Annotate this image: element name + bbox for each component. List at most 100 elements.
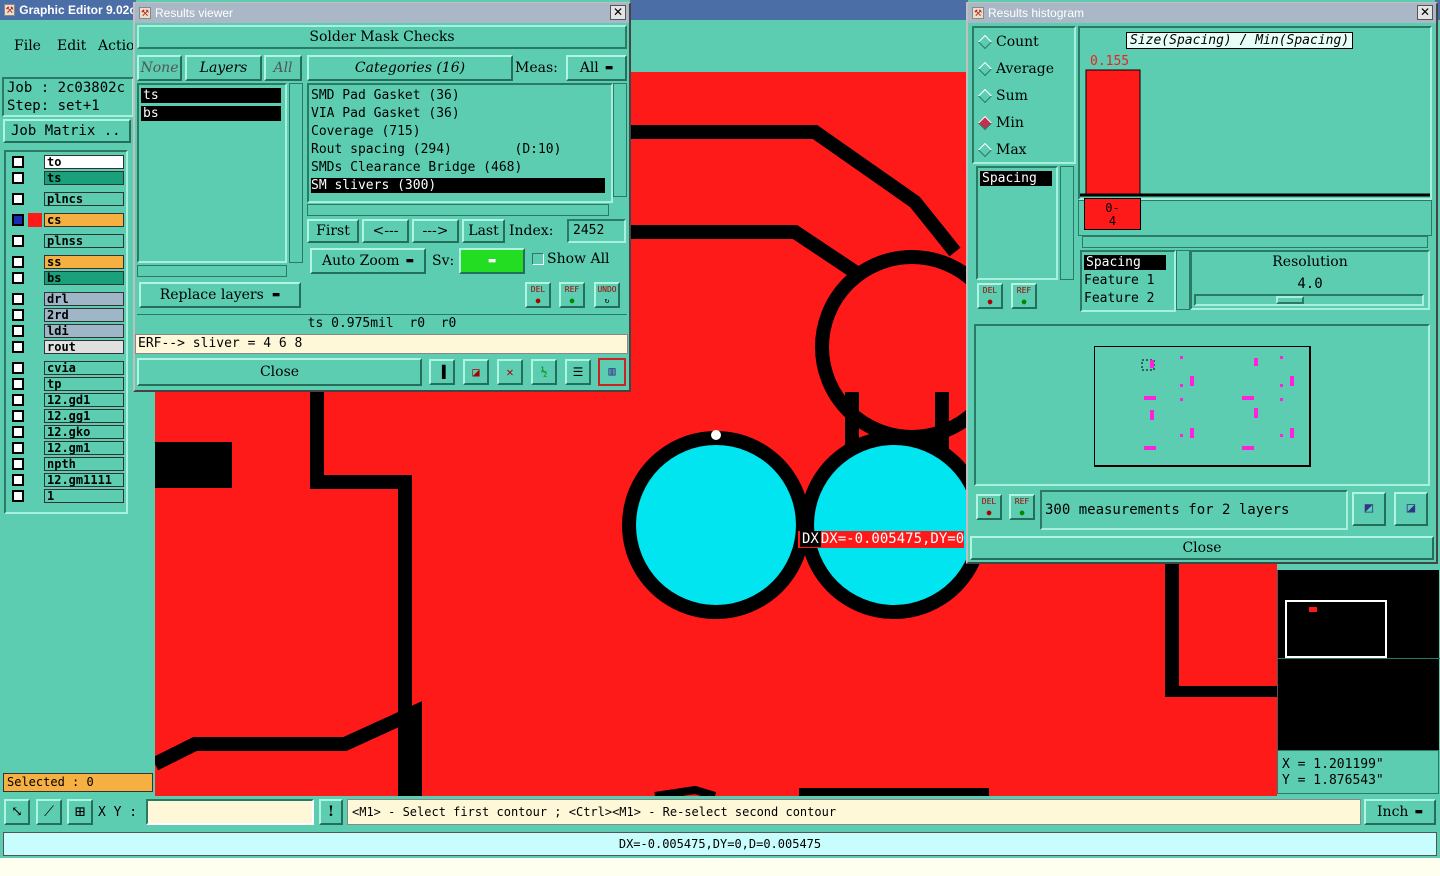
select-icon[interactable]: ◪ (463, 359, 489, 385)
list-item[interactable]: Feature 1 (1084, 273, 1154, 288)
prev-button[interactable]: <--- (362, 219, 409, 243)
layer-checkbox[interactable] (12, 458, 24, 470)
layer-row[interactable]: rout (8, 340, 124, 354)
layer-checkbox[interactable] (12, 193, 24, 205)
list-item[interactable]: VIA Pad Gasket (36) (311, 106, 460, 121)
list-item[interactable]: Rout spacing (294) (D:10) (311, 142, 561, 157)
layer-row[interactable]: ss (8, 255, 124, 269)
layer-row[interactable]: cvia (8, 361, 124, 375)
attribute-list-scrollbar[interactable] (1176, 250, 1190, 310)
layer-row[interactable]: tp (8, 377, 124, 391)
layer-checkbox[interactable] (12, 474, 24, 486)
layer-row[interactable]: 12.gm1 (8, 441, 124, 455)
layer-row[interactable]: ldi (8, 324, 124, 338)
list-item[interactable]: SMDs Clearance Bridge (468) (311, 160, 522, 175)
radio-min[interactable]: Min (977, 115, 1024, 131)
close-icon[interactable]: ✕ (1417, 5, 1433, 20)
layer-checkbox[interactable] (12, 394, 24, 406)
all-button[interactable]: All (264, 55, 302, 81)
pan-to-selection-icon[interactable]: ◪ (1394, 492, 1428, 526)
next-button[interactable]: ---> (412, 219, 459, 243)
menu-actions[interactable]: Actio (98, 38, 134, 54)
highlight-icon[interactable]: ▐ (429, 359, 455, 385)
list-item[interactable]: Spacing (980, 171, 1052, 186)
replace-layers-select[interactable]: Replace layers ▬ (139, 282, 301, 308)
report-icon[interactable]: ☰ (565, 359, 591, 385)
list-item[interactable]: Feature 2 (1084, 291, 1154, 306)
radio-max[interactable]: Max (977, 142, 1027, 158)
del-button[interactable]: DEL ● (976, 494, 1002, 520)
layer-checkbox[interactable] (12, 442, 24, 454)
numbering-icon[interactable]: ½ (531, 359, 557, 385)
slider-handle[interactable] (1276, 296, 1304, 304)
layer-row[interactable]: plnss (8, 234, 124, 248)
layer-row[interactable]: 12.gm1111 (8, 473, 124, 487)
histogram-close-button[interactable]: Close (970, 536, 1434, 560)
layer-row[interactable]: cs (8, 213, 124, 227)
radio-indicator[interactable] (977, 142, 993, 158)
layer-row[interactable]: 12.gko (8, 425, 124, 439)
index-input[interactable]: 2452 (567, 219, 626, 243)
layers-button[interactable]: Layers (185, 55, 262, 81)
undo-button[interactable]: UNDO ↻ (594, 282, 620, 308)
close-icon[interactable]: ✕ (610, 5, 626, 20)
measure-tool-icon[interactable]: ⟋ (36, 799, 62, 825)
list-item[interactable]: SMD Pad Gasket (36) (311, 88, 460, 103)
list-item[interactable]: bs (141, 106, 281, 121)
close-button[interactable]: Close (137, 358, 422, 386)
show-all-checkbox[interactable] (532, 253, 544, 265)
menu-file[interactable]: File (14, 38, 41, 54)
layer-checkbox[interactable] (12, 272, 24, 284)
layer-list-scrollbar[interactable] (289, 83, 303, 263)
del-button[interactable]: DEL ● (977, 283, 1003, 309)
last-button[interactable]: Last (462, 219, 505, 243)
radio-sum[interactable]: Sum (977, 88, 1028, 104)
layer-row[interactable]: plncs (8, 192, 124, 206)
layer-checkbox[interactable] (12, 235, 24, 247)
radio-indicator[interactable] (977, 34, 993, 50)
results-viewer-titlebar[interactable]: ⚒ Results viewer ✕ (135, 3, 629, 23)
layer-row[interactable]: bs (8, 271, 124, 285)
radio-indicator[interactable] (977, 115, 993, 131)
categories-scrollbar[interactable] (613, 83, 627, 197)
radio-indicator[interactable] (977, 88, 993, 104)
layer-row[interactable]: 2rd (8, 308, 124, 322)
grid-icon[interactable]: ⊞ (67, 799, 93, 825)
zoom-to-selection-icon[interactable]: ◩ (1352, 492, 1386, 526)
list-item[interactable]: Coverage (715) (311, 124, 421, 139)
layer-list-hscrollbar[interactable] (137, 265, 287, 277)
spacing-list-scrollbar[interactable] (1060, 166, 1074, 280)
layer-row[interactable]: drl (8, 292, 124, 306)
layer-checkbox[interactable] (12, 156, 24, 168)
layer-row[interactable]: 12.gg1 (8, 409, 124, 423)
layer-checkbox[interactable] (12, 172, 24, 184)
layer-checkbox[interactable] (12, 341, 24, 353)
categories-button[interactable]: Categories (16) (307, 55, 513, 81)
ref-button[interactable]: REF ● (559, 282, 585, 308)
del-button[interactable]: DEL ● (525, 282, 551, 308)
minimap[interactable] (1277, 570, 1440, 750)
histogram-icon[interactable]: ▥ (598, 358, 626, 386)
xy-input[interactable] (146, 799, 314, 825)
layer-checkbox[interactable] (12, 378, 24, 390)
radio-average[interactable]: Average (977, 61, 1054, 77)
sv-color-select[interactable]: ▬ (459, 248, 525, 274)
layer-checkbox[interactable] (12, 325, 24, 337)
layer-row[interactable]: to (8, 155, 124, 169)
alert-icon[interactable]: ! (319, 799, 343, 825)
layer-checkbox[interactable] (12, 490, 24, 502)
list-item[interactable]: Spacing (1084, 255, 1166, 270)
layer-row[interactable]: ts (8, 171, 124, 185)
list-item-selected[interactable]: SM slivers (300) (311, 178, 605, 193)
layer-checkbox[interactable] (12, 293, 24, 305)
delete-ref-icon[interactable]: ✕ (497, 359, 523, 385)
layer-row[interactable]: 12.gd1 (8, 393, 124, 407)
job-matrix-button[interactable]: Job Matrix .. (3, 119, 131, 143)
first-button[interactable]: First (307, 219, 359, 243)
none-button[interactable]: None (137, 55, 182, 81)
units-select[interactable]: Inch ▬ (1364, 799, 1436, 825)
layer-checkbox[interactable] (12, 214, 24, 226)
radio-count[interactable]: Count (977, 34, 1039, 50)
histogram-titlebar[interactable]: ⚒ Results histogram ✕ (968, 3, 1436, 23)
layer-checkbox[interactable] (12, 426, 24, 438)
